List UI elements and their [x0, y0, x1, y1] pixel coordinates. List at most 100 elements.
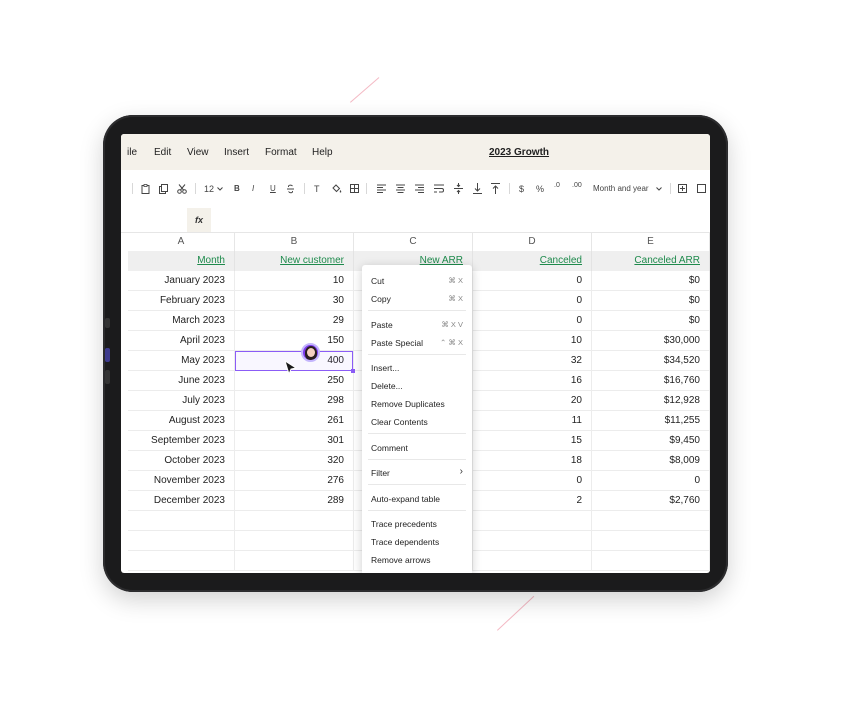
valign-middle-icon[interactable] [454, 183, 463, 194]
table-cell[interactable]: 29 [235, 311, 354, 331]
table-cell[interactable] [473, 551, 592, 571]
table-cell[interactable] [592, 551, 710, 571]
clipboard-icon[interactable] [141, 184, 150, 194]
header-cell[interactable]: Canceled ARR [592, 251, 710, 271]
menu-help[interactable]: Help [312, 147, 333, 158]
menu-edit[interactable]: Edit [154, 147, 171, 158]
borders-icon[interactable] [350, 184, 359, 193]
table-cell[interactable]: 11 [473, 411, 592, 431]
table-cell[interactable]: October 2023 [128, 451, 235, 471]
bold-icon[interactable]: B [234, 184, 240, 194]
context-menu-item[interactable]: Insert... [362, 363, 472, 377]
formula-bar[interactable]: fx [121, 208, 710, 233]
table-cell[interactable]: $34,520 [592, 351, 710, 371]
table-cell[interactable]: 20 [473, 391, 592, 411]
table-cell[interactable]: January 2023 [128, 271, 235, 291]
table-cell[interactable] [473, 511, 592, 531]
context-menu-item[interactable]: Trace dependents [362, 537, 472, 551]
column-header-c[interactable]: C [354, 232, 473, 251]
table-cell[interactable]: $2,760 [592, 491, 710, 511]
align-right-icon[interactable] [415, 184, 424, 193]
context-menu-item[interactable]: Remove arrows [362, 555, 472, 569]
table-cell[interactable]: May 2023 [128, 351, 235, 371]
table-cell[interactable] [592, 531, 710, 551]
table-cell[interactable] [128, 511, 235, 531]
table-cell[interactable]: March 2023 [128, 311, 235, 331]
table-cell[interactable]: 16 [473, 371, 592, 391]
font-size-select[interactable]: 12 [204, 184, 214, 194]
more-icon[interactable] [697, 184, 706, 193]
column-header-a[interactable]: A [128, 232, 235, 251]
header-cell[interactable]: Month [128, 251, 235, 271]
table-cell[interactable]: $30,000 [592, 331, 710, 351]
context-menu-item[interactable]: Auto-expand table [362, 494, 472, 508]
align-left-icon[interactable] [377, 184, 386, 193]
table-cell[interactable]: February 2023 [128, 291, 235, 311]
table-cell[interactable]: 32 [473, 351, 592, 371]
context-menu-item[interactable]: Clear Contents [362, 417, 472, 431]
menu-insert[interactable]: Insert [224, 147, 249, 158]
context-menu-item[interactable]: Paste Special ⌃ ⌘ X [362, 338, 472, 352]
currency-icon[interactable]: $ [519, 184, 524, 194]
table-cell[interactable]: 30 [235, 291, 354, 311]
chevron-down-icon[interactable] [217, 187, 223, 191]
insert-icon[interactable] [678, 184, 687, 193]
table-cell[interactable]: 298 [235, 391, 354, 411]
table-cell[interactable]: June 2023 [128, 371, 235, 391]
fill-color-icon[interactable] [331, 183, 342, 194]
table-cell[interactable] [235, 511, 354, 531]
table-cell[interactable]: July 2023 [128, 391, 235, 411]
table-cell[interactable]: April 2023 [128, 331, 235, 351]
table-cell[interactable] [235, 551, 354, 571]
table-cell[interactable]: $0 [592, 291, 710, 311]
table-cell[interactable]: $11,255 [592, 411, 710, 431]
table-cell[interactable]: September 2023 [128, 431, 235, 451]
decrease-decimal-icon[interactable]: .0 [554, 181, 560, 191]
context-menu-item[interactable]: Comment [362, 443, 472, 457]
table-cell[interactable]: 15 [473, 431, 592, 451]
table-cell[interactable] [592, 511, 710, 531]
table-cell[interactable]: 10 [473, 331, 592, 351]
table-cell[interactable]: 0 [473, 311, 592, 331]
table-cell[interactable]: August 2023 [128, 411, 235, 431]
chevron-down-icon[interactable] [656, 187, 662, 191]
document-title[interactable]: 2023 Growth [489, 147, 549, 158]
valign-top-icon[interactable] [491, 183, 500, 194]
valign-bottom-icon[interactable] [473, 183, 482, 194]
cut-icon[interactable] [177, 184, 187, 194]
table-cell[interactable]: 18 [473, 451, 592, 471]
align-center-icon[interactable] [396, 184, 405, 193]
table-cell[interactable] [128, 551, 235, 571]
table-cell[interactable]: 10 [235, 271, 354, 291]
table-cell[interactable] [235, 531, 354, 551]
context-menu-item[interactable]: Remove Duplicates [362, 399, 472, 413]
table-cell[interactable]: $16,760 [592, 371, 710, 391]
wrap-icon[interactable] [434, 184, 444, 193]
increase-decimal-icon[interactable]: .00 [572, 181, 582, 191]
italic-icon[interactable]: I [252, 184, 254, 194]
table-cell[interactable]: 289 [235, 491, 354, 511]
table-cell[interactable]: 276 [235, 471, 354, 491]
table-cell[interactable] [128, 531, 235, 551]
menu-view[interactable]: View [187, 147, 209, 158]
column-header-d[interactable]: D [473, 232, 592, 251]
table-cell[interactable]: $12,928 [592, 391, 710, 411]
table-cell[interactable]: 0 [473, 271, 592, 291]
context-menu-item[interactable]: Paste ⌘ X V [362, 320, 472, 334]
context-menu-item[interactable]: Trace precedents [362, 519, 472, 533]
table-cell[interactable]: $9,450 [592, 431, 710, 451]
table-cell[interactable]: 2 [473, 491, 592, 511]
menu-file[interactable]: ile [127, 147, 137, 158]
underline-icon[interactable]: U [270, 184, 276, 194]
copy-icon[interactable] [159, 184, 168, 194]
table-cell[interactable]: 320 [235, 451, 354, 471]
table-cell[interactable]: 0 [473, 471, 592, 491]
table-cell[interactable]: $0 [592, 271, 710, 291]
table-cell[interactable]: 0 [473, 291, 592, 311]
menu-format[interactable]: Format [265, 147, 297, 158]
table-cell[interactable]: December 2023 [128, 491, 235, 511]
header-cell[interactable]: New customer [235, 251, 354, 271]
table-cell[interactable]: 150 [235, 331, 354, 351]
percent-icon[interactable]: % [536, 184, 544, 194]
number-format-select[interactable]: Month and year [593, 184, 649, 194]
